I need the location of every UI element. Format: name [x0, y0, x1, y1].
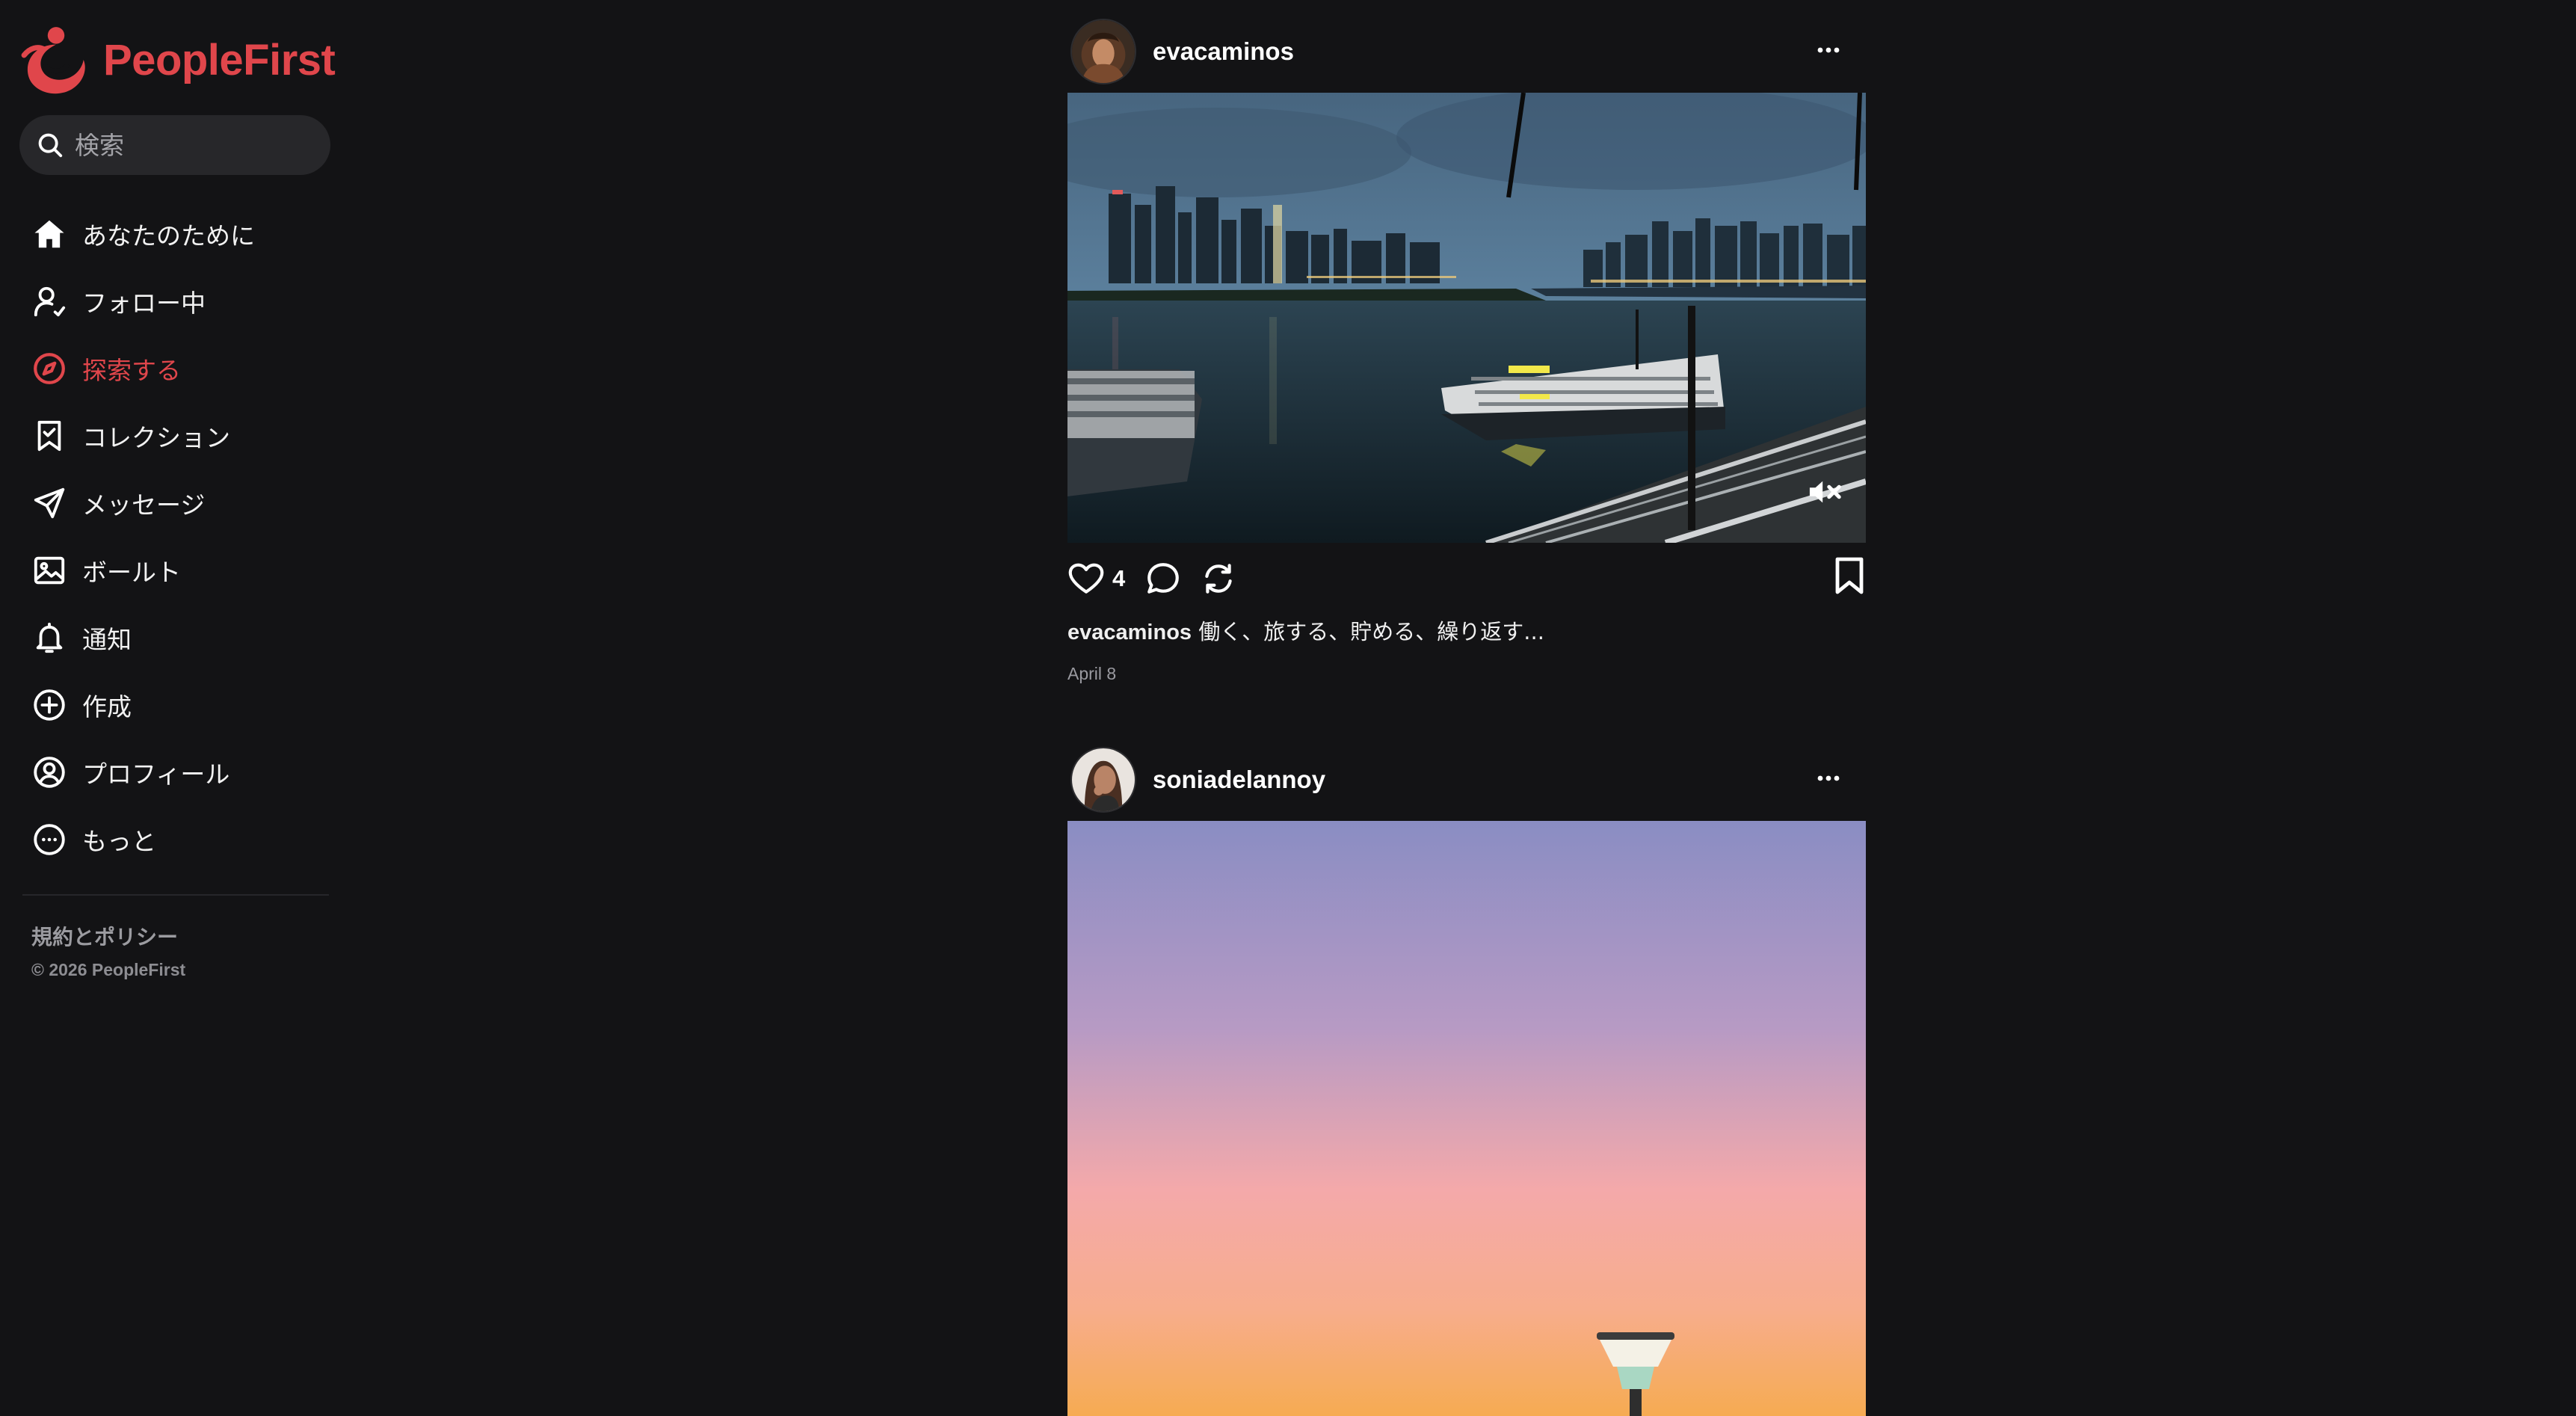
post-actions: 4 [1067, 543, 1867, 615]
search-input[interactable] [75, 130, 321, 160]
sidebar-divider [22, 894, 329, 896]
ellipsis-icon [1817, 47, 1840, 53]
nav-item-label: コレクション [82, 423, 230, 452]
bookmark-check-icon [30, 416, 69, 455]
nav-item-label: 通知 [82, 625, 132, 654]
post-username[interactable]: evacaminos [1153, 37, 1294, 66]
like-count: 4 [1112, 565, 1126, 591]
nav-item-label: ボールト [82, 558, 181, 587]
post-date: April 8 [1067, 664, 1117, 683]
post-header: soniadelannoy [1067, 739, 1867, 821]
image-icon [30, 551, 69, 590]
like-button[interactable]: 4 [1067, 560, 1125, 597]
nav-item-profile[interactable]: プロフィール [19, 739, 330, 806]
comment-button[interactable] [1144, 560, 1182, 597]
post-image[interactable] [1067, 821, 1866, 1416]
post-video[interactable] [1067, 93, 1866, 543]
bell-icon [30, 618, 69, 657]
repost-button[interactable] [1200, 560, 1237, 597]
post-options-button[interactable] [1812, 39, 1845, 61]
save-button[interactable] [1833, 556, 1866, 599]
bookmark-icon [1835, 557, 1864, 594]
post-username[interactable]: soniadelannoy [1153, 766, 1325, 794]
brand-logo[interactable]: PeopleFirst [18, 19, 336, 100]
sidebar-nav: あなたのために フォロー中 探索する コレクション メッセージ ボールト 通知 … [19, 200, 330, 873]
nav-item-more[interactable]: もっと [19, 806, 330, 873]
nav-item-notifications[interactable]: 通知 [19, 604, 330, 671]
compass-icon [30, 349, 69, 388]
nav-item-label: プロフィール [82, 760, 230, 789]
caption-text: 働く、旅する、貯める、繰り返す... [1198, 619, 1544, 644]
terms-link[interactable]: 規約とポリシー [31, 921, 178, 951]
profile-icon [30, 753, 69, 792]
more-circle-icon [30, 820, 69, 859]
nav-item-label: あなたのために [82, 221, 255, 250]
search-bar[interactable] [19, 115, 330, 175]
search-icon [38, 133, 63, 158]
mute-toggle-button[interactable] [1806, 472, 1845, 511]
avatar[interactable] [1070, 747, 1136, 813]
app-root: PeopleFirst あなたのために [0, 0, 2576, 1416]
nav-item-for-you[interactable]: あなたのために [19, 200, 330, 268]
brand-name: PeopleFirst [103, 35, 336, 84]
nav-item-label: 作成 [82, 692, 132, 721]
nav-item-label: メッセージ [82, 490, 206, 520]
sunset-photo [1067, 821, 1866, 1416]
feed-post: soniadelannoy [1067, 739, 1867, 1416]
post-header: evacaminos [1067, 10, 1867, 93]
avatar[interactable] [1070, 19, 1136, 84]
volume-mute-icon [1809, 481, 1841, 503]
nav-item-label: 探索する [82, 356, 181, 385]
copyright-text: © 2026 PeopleFirst [31, 960, 186, 979]
post-options-button[interactable] [1812, 767, 1845, 789]
repost-icon [1205, 564, 1232, 594]
comment-icon [1147, 563, 1180, 594]
caption-username[interactable]: evacaminos [1067, 621, 1192, 644]
nav-item-following[interactable]: フォロー中 [19, 268, 330, 335]
feed-post: evacaminos 4 evacaminos 働く、旅する、貯める、繰り返す.… [1067, 10, 1867, 684]
nav-item-create[interactable]: 作成 [19, 671, 330, 739]
send-icon [30, 484, 69, 523]
video-frame [1067, 93, 1866, 543]
brand-logo-icon [21, 27, 85, 94]
nav-item-label: フォロー中 [82, 289, 206, 318]
ellipsis-icon [1817, 775, 1840, 781]
user-follow-icon [30, 282, 69, 321]
post-caption: evacaminos 働く、旅する、貯める、繰り返す... [1067, 615, 1867, 646]
sidebar: PeopleFirst あなたのために [0, 0, 344, 1416]
heart-icon [1068, 563, 1104, 594]
nav-item-explore[interactable]: 探索する [19, 335, 330, 402]
nav-item-label: もっと [82, 827, 156, 856]
nav-item-collections[interactable]: コレクション [19, 402, 330, 470]
nav-item-messages[interactable]: メッセージ [19, 470, 330, 537]
home-icon [30, 215, 69, 253]
nav-item-vault[interactable]: ボールト [19, 537, 330, 604]
plus-circle-icon [30, 686, 69, 724]
